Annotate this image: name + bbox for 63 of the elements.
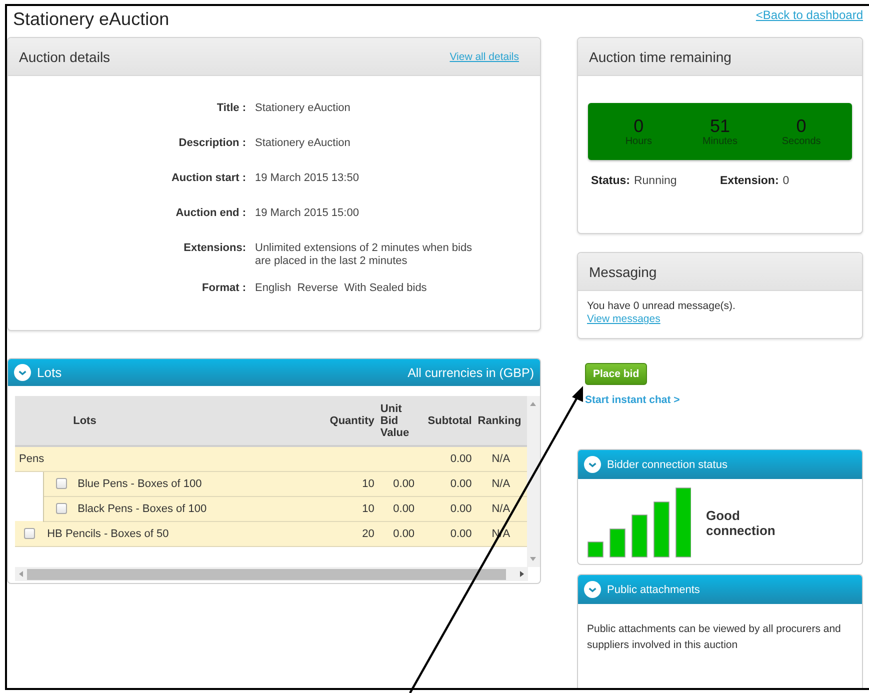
checkbox[interactable]: [56, 503, 67, 514]
field-label: Auction end :: [174, 207, 246, 220]
attachments-info: Public attachments can be viewed by all procurers and suppliers involved in this auction: [586, 622, 842, 653]
countdown-value: 0: [632, 116, 645, 136]
field-value: Stationery eAuction: [255, 102, 352, 115]
card-title: Auction time remaining: [589, 48, 732, 64]
column-header[interactable]: Quantity: [299, 396, 378, 446]
column-header[interactable]: Ranking: [474, 396, 527, 446]
panel-title: Bidder connection status: [607, 458, 728, 470]
table-cell: 0.00: [377, 521, 418, 546]
countdown-label: Seconds: [780, 136, 822, 146]
horizontal-scrollbar[interactable]: [15, 567, 528, 581]
table-cell: 0.00: [418, 521, 475, 546]
table-cell: 0.00: [377, 496, 418, 521]
field-value: Stationery eAuction: [255, 137, 352, 150]
table-cell: 0.00: [418, 446, 475, 471]
table-cell: Black Pens - Boxes of 100: [78, 502, 207, 514]
chevron-icon[interactable]: [14, 364, 31, 381]
table-cell: N/A: [474, 446, 527, 471]
panel-title: Lots: [37, 365, 62, 380]
table-cell: N/A: [474, 471, 527, 496]
chevron-icon[interactable]: [584, 581, 601, 598]
field-label: Auction start :: [170, 172, 246, 185]
field-value: English Reverse With Sealed bids: [255, 282, 428, 295]
table-cell: 10: [299, 496, 378, 521]
table-cell: 0.00: [377, 471, 418, 496]
card-title: Messaging: [589, 264, 657, 280]
column-header[interactable]: Subtotal: [418, 396, 475, 446]
card-title: Auction details: [19, 48, 110, 64]
status-label: Status:: [591, 175, 630, 187]
field-label: Format :: [201, 282, 246, 295]
connection-status: Good connection: [706, 508, 776, 538]
field-label: Description :: [178, 137, 246, 150]
page-title: Stationery eAuction: [12, 8, 170, 31]
countdown-value: 51: [708, 116, 731, 136]
table-cell: HB Pencils - Boxes of 50: [43, 521, 300, 546]
table-cell: Pens: [15, 446, 418, 471]
table-cell: 0.00: [418, 496, 475, 521]
vertical-scrollbar[interactable]: [527, 396, 540, 567]
message-count: You have 0 unread message(s).: [587, 300, 736, 312]
field-value: Unlimited extensions of 2 minutes when bids are placed in the last 2 minutes: [255, 242, 474, 268]
countdown-label: Hours: [624, 136, 653, 146]
chevron-icon[interactable]: [584, 456, 601, 473]
table-cell: Blue Pens - Boxes of 100: [78, 478, 202, 490]
countdown-value: 0: [795, 116, 808, 136]
countdown-label: Minutes: [701, 136, 738, 146]
table-cell: 10: [299, 471, 378, 496]
field-value: 19 March 2015 15:00: [255, 207, 360, 220]
extension-label: Extension:: [720, 175, 779, 187]
column-header[interactable]: Lots: [43, 396, 300, 446]
signal-bars-icon: [587, 487, 691, 558]
panel-title: Public attachments: [607, 584, 700, 596]
extension-value: 0: [782, 175, 790, 187]
table-cell: 20: [299, 521, 378, 546]
column-header[interactable]: Unit Bid Value: [377, 396, 418, 446]
field-label: Extensions:: [182, 242, 246, 256]
status-value: Running: [634, 175, 677, 187]
table-cell: 0.00: [418, 471, 475, 496]
field-label: Title :: [216, 102, 246, 115]
checkbox[interactable]: [24, 528, 35, 539]
currency-note: All currencies in (GBP): [408, 366, 534, 380]
checkbox[interactable]: [56, 478, 67, 489]
field-value: 19 March 2015 13:50: [255, 172, 360, 185]
